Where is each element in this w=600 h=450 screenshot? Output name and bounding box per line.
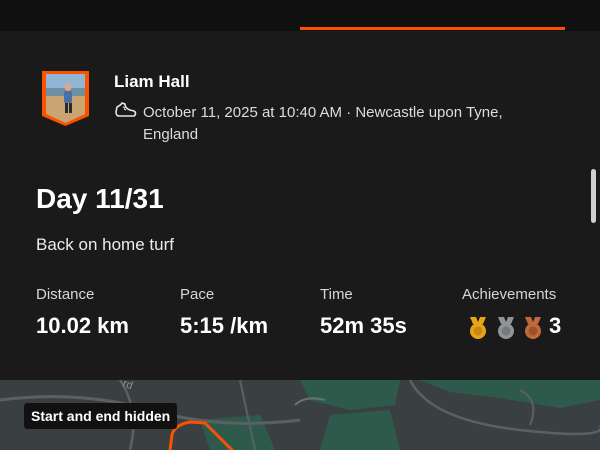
- active-tab-indicator: [300, 27, 565, 30]
- silver-medal-icon: [498, 317, 514, 339]
- privacy-badge: Start and end hidden: [24, 403, 178, 429]
- achievement-medals[interactable]: [468, 315, 548, 341]
- activity-description: Back on home turf: [36, 235, 174, 254]
- scrollbar-thumb[interactable]: [591, 169, 596, 223]
- running-shoe-icon: [115, 102, 137, 117]
- activity-card[interactable]: Liam Hall October 11, 2025 at 10:40 AM ·…: [0, 31, 600, 380]
- distance-value: 10.02 km: [36, 313, 129, 338]
- activity-title: Day 11/31: [36, 183, 164, 214]
- time-value: 52m 35s: [320, 313, 407, 338]
- time-label: Time: [320, 286, 353, 303]
- bronze-medal-icon: [525, 317, 541, 339]
- achievements-label: Achievements: [462, 286, 557, 303]
- athlete-avatar[interactable]: [40, 70, 91, 126]
- gold-medal-icon: [470, 317, 486, 339]
- achievements-count: 3: [549, 313, 562, 338]
- top-navigation-bar: [0, 0, 600, 31]
- distance-label: Distance: [36, 286, 95, 303]
- activity-date-location: October 11, 2025 at 10:40 AM · Newcastle…: [143, 104, 503, 143]
- athlete-name[interactable]: Liam Hall: [114, 72, 190, 92]
- pace-value: 5:15 /km: [180, 313, 269, 338]
- pace-label: Pace: [180, 286, 215, 303]
